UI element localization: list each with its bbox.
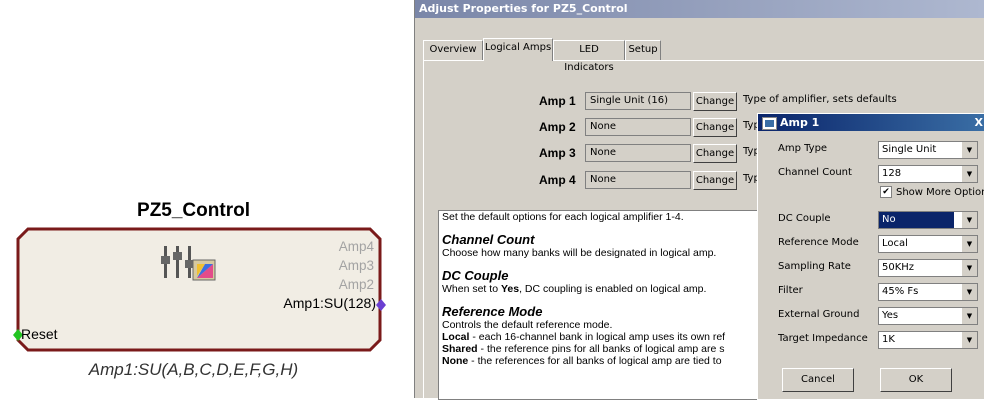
amp-type-field: None <box>585 118 691 136</box>
tab-overview[interactable]: Overview <box>423 40 483 60</box>
tab-logical-amps[interactable]: Logical Amps <box>483 38 553 61</box>
window-icon <box>762 117 777 130</box>
filter-label: Filter <box>778 285 803 296</box>
reset-input-label: Reset <box>21 326 58 342</box>
chevron-down-icon[interactable]: ▼ <box>961 308 977 324</box>
close-icon[interactable]: X <box>975 114 983 131</box>
amp-label: Amp 1 <box>539 94 576 108</box>
help-heading-channel-count: Channel Count <box>442 232 535 247</box>
channel-count-select[interactable]: 128 ▼ <box>878 165 978 183</box>
channel-count-label: Channel Count <box>778 167 852 178</box>
chevron-down-icon[interactable]: ▼ <box>961 236 977 252</box>
dialog-title-bar: Amp 1 X <box>758 114 984 131</box>
chevron-down-icon[interactable]: ▼ <box>961 260 977 276</box>
amp-type-field: None <box>585 144 691 162</box>
amp1-dialog: Amp 1 X Amp Type Single Unit ▼ Channel Co… <box>757 113 984 400</box>
amp-label: Amp 3 <box>539 146 576 160</box>
block-body[interactable] <box>16 227 382 352</box>
help-local-text: Local - each 16-channel bank in logical … <box>442 331 726 343</box>
amp-type-field: Single Unit (16) <box>585 92 691 110</box>
amp-type-select[interactable]: Single Unit ▼ <box>878 141 978 159</box>
sampling-rate-label: Sampling Rate <box>778 261 851 272</box>
sampling-rate-select[interactable]: 50KHz ▼ <box>878 259 978 277</box>
cancel-button[interactable]: Cancel <box>782 368 854 392</box>
help-intro: Set the default options for each logical… <box>442 211 684 223</box>
ok-button[interactable]: OK <box>880 368 952 392</box>
chevron-down-icon[interactable]: ▼ <box>961 284 977 300</box>
dc-couple-label: DC Couple <box>778 213 831 224</box>
help-dc-couple-text: When set to Yes, DC coupling is enabled … <box>442 283 707 295</box>
chevron-down-icon[interactable]: ▼ <box>961 332 977 348</box>
external-ground-select[interactable]: Yes ▼ <box>878 307 978 325</box>
dialog-title: Amp 1 <box>780 116 820 129</box>
pz5-control-block[interactable] <box>0 0 400 398</box>
help-text-panel[interactable]: Set the default options for each logical… <box>438 210 785 400</box>
amp2-output-label: Amp2 <box>338 277 374 292</box>
show-more-options-checkbox[interactable]: ✔ Show More Options <box>880 186 984 198</box>
amp-label: Amp 2 <box>539 120 576 134</box>
help-heading-reference-mode: Reference Mode <box>442 304 543 319</box>
filter-select[interactable]: 45% Fs ▼ <box>878 283 978 301</box>
tab-led-indicators[interactable]: LED Indicators <box>553 40 625 73</box>
show-more-options-label: Show More Options <box>896 187 984 198</box>
help-heading-dc-couple: DC Couple <box>442 268 509 283</box>
dc-couple-select[interactable]: No ▼ <box>878 211 978 229</box>
help-shared-text: Shared - the reference pins for all bank… <box>442 343 725 355</box>
change-button[interactable]: Change <box>693 144 737 163</box>
external-ground-label: External Ground <box>778 309 860 320</box>
amp4-output-label: Amp4 <box>338 239 374 254</box>
amp1-output-label: Amp1:SU(128) <box>283 295 376 311</box>
chevron-down-icon[interactable]: ▼ <box>961 212 977 228</box>
amp3-output-label: Amp3 <box>338 258 374 273</box>
help-none-text: None - the references for all banks of l… <box>442 355 722 367</box>
checkmark-icon[interactable]: ✔ <box>880 186 892 198</box>
help-reference-mode-text: Controls the default reference mode. <box>442 319 613 331</box>
reference-mode-select[interactable]: Local ▼ <box>878 235 978 253</box>
target-impedance-select[interactable]: 1K ▼ <box>878 331 978 349</box>
chevron-down-icon[interactable]: ▼ <box>961 166 977 182</box>
reference-mode-label: Reference Mode <box>778 237 859 248</box>
help-channel-count-text: Choose how many banks will be designated… <box>442 247 717 259</box>
amp-description: Type of amplifier, sets defaults <box>743 94 897 105</box>
target-impedance-label: Target Impedance <box>778 333 868 344</box>
amp-label: Amp 4 <box>539 173 576 187</box>
change-button[interactable]: Change <box>693 118 737 137</box>
block-caption: Amp1:SU(A,B,C,D,E,F,G,H) <box>88 360 299 379</box>
properties-title-bar: Adjust Properties for PZ5_Control <box>415 0 984 18</box>
amp-type-field: None <box>585 171 691 189</box>
change-button[interactable]: Change <box>693 92 737 111</box>
chevron-down-icon[interactable]: ▼ <box>961 142 977 158</box>
amp-type-label: Amp Type <box>778 143 828 154</box>
change-button[interactable]: Change <box>693 171 737 190</box>
tab-setup[interactable]: Setup <box>625 40 661 60</box>
